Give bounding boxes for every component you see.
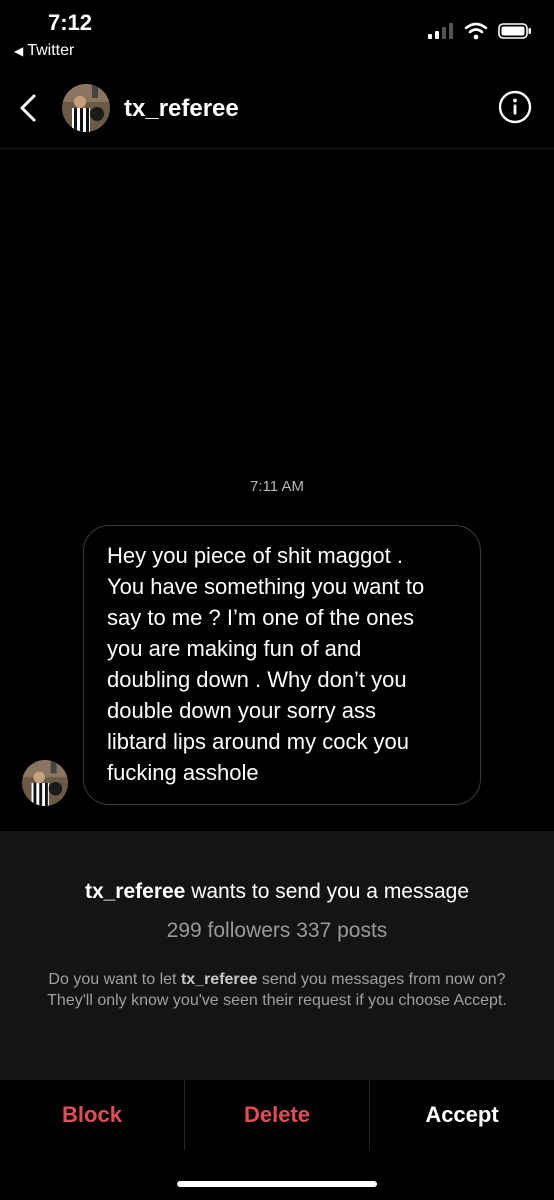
back-to-app-link[interactable]: ◀ Twitter — [14, 42, 74, 60]
request-title: tx_referee wants to send you a message — [0, 880, 554, 904]
request-stats: 299 followers 337 posts — [166, 919, 388, 942]
back-triangle-icon: ◀ — [14, 44, 24, 58]
request-body-username: tx_referee — [180, 971, 258, 988]
message-bubble[interactable]: Hey you piece of shit maggot . You have … — [83, 525, 481, 805]
clock: 7:12 — [48, 10, 93, 35]
sender-avatar[interactable] — [22, 760, 68, 806]
request-actions: Block Delete Accept — [0, 1080, 554, 1170]
message-line: libtard lips around my cock you — [107, 729, 410, 754]
home-indicator[interactable] — [177, 1181, 377, 1187]
message-line: you are making fun of and — [107, 636, 362, 661]
message-line: double down your sorry ass — [107, 698, 377, 723]
back-app-label: Twitter — [27, 42, 75, 59]
back-chevron-icon[interactable] — [14, 88, 44, 128]
profile-photo-icon — [22, 760, 68, 806]
header-divider — [0, 148, 554, 149]
wifi-icon — [464, 22, 488, 40]
status-icons — [428, 22, 532, 40]
message-line: Hey you piece of shit maggot . — [107, 543, 403, 568]
battery-icon — [498, 23, 531, 39]
request-title-suffix: wants to send you a message — [185, 880, 470, 903]
request-body-prefix: Do you want to let — [48, 971, 181, 988]
message-line: fucking asshole — [107, 760, 259, 785]
cellular-signal-icon — [428, 23, 453, 39]
message-timestamp: 7:11 AM — [250, 478, 304, 495]
message-line: say to me ? I’m one of the ones — [107, 605, 414, 630]
delete-button[interactable]: Delete — [184, 1080, 369, 1150]
profile-photo-icon — [62, 84, 110, 132]
message-line: doubling down . Why don’t you — [107, 667, 407, 692]
page-title[interactable]: tx_referee — [124, 95, 239, 123]
request-description: Do you want to let tx_referee send you m… — [40, 969, 514, 1011]
message-request-panel: tx_referee wants to send you a message 2… — [0, 831, 554, 1080]
info-icon[interactable] — [498, 90, 532, 124]
accept-button[interactable]: Accept — [369, 1080, 554, 1150]
request-username: tx_referee — [84, 880, 186, 903]
block-button[interactable]: Block — [0, 1080, 184, 1150]
chat-header: tx_referee — [0, 70, 554, 148]
message-line: You have something you want to — [107, 574, 425, 599]
status-bar: 7:12 ◀ Twitter — [0, 0, 554, 70]
avatar[interactable] — [62, 84, 110, 132]
